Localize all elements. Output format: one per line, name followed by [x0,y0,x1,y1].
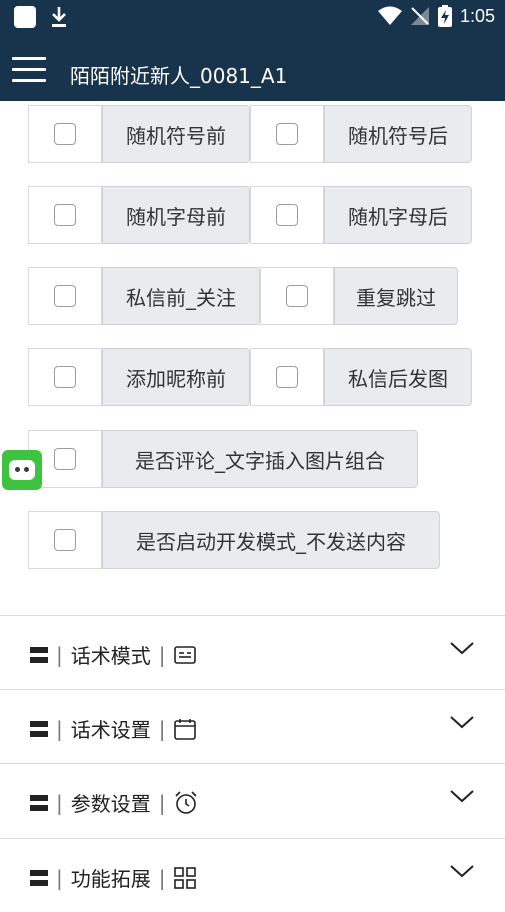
status-bar: 1:05 [0,0,505,34]
checkbox-cell [260,267,334,325]
grid-icon [173,866,196,889]
option-row: 添加昵称前 私信后发图 [28,348,472,406]
app-notification-icon [14,6,36,28]
option-label[interactable]: 是否启动开发模式_不发送内容 [102,511,440,569]
section-parameter-settings[interactable]: | 参数设置 | [0,763,505,837]
collapse-bars-icon [30,869,48,886]
calendar-icon [173,718,196,740]
section-label: 话术模式 [70,644,151,668]
option-label[interactable]: 随机符号前 [102,105,250,163]
random-letter-before-checkbox[interactable] [54,204,76,226]
dev-mode-checkbox[interactable] [54,529,76,551]
checkbox-cell [28,267,102,325]
checkbox-cell [250,348,324,406]
collapse-bars-icon [30,794,48,811]
collapse-bars-icon [30,720,48,737]
page-title: 陌陌附近新人_0081_A1 [70,64,288,88]
section-script-settings[interactable]: | 话术设置 | [0,689,505,763]
random-letter-after-checkbox[interactable] [276,204,298,226]
section-script-mode[interactable]: | 话术模式 | [0,615,505,689]
option-label[interactable]: 随机字母前 [102,186,250,244]
chevron-down-icon[interactable] [449,714,475,730]
checkbox-cell [28,105,102,163]
chevron-down-icon[interactable] [449,788,475,804]
dm-before-follow-checkbox[interactable] [54,285,76,307]
collapse-bars-icon [30,646,48,663]
wifi-icon [377,6,402,25]
download-icon [52,7,66,27]
chevron-down-icon[interactable] [449,640,475,656]
skip-duplicate-checkbox[interactable] [286,285,308,307]
random-symbol-before-checkbox[interactable] [54,123,76,145]
alarm-clock-icon [174,790,197,814]
send-image-after-dm-checkbox[interactable] [276,366,298,388]
no-signal-icon [410,7,429,25]
option-row: 是否启动开发模式_不发送内容 [28,511,440,569]
option-label[interactable]: 随机符号后 [324,105,472,163]
chevron-down-icon[interactable] [449,863,475,879]
clock: 1:05 [459,5,495,26]
menu-button[interactable] [12,57,46,83]
option-row: 随机符号前 随机符号后 [28,105,472,163]
option-label[interactable]: 是否评论_文字插入图片组合 [102,430,418,488]
add-nickname-before-checkbox[interactable] [54,366,76,388]
battery-charging-icon [437,5,452,27]
section-label: 话术设置 [70,718,151,742]
option-row: 是否评论_文字插入图片组合 [28,430,418,488]
checkbox-cell [28,348,102,406]
checkbox-cell [28,186,102,244]
option-label[interactable]: 随机字母后 [324,186,472,244]
app-bar: 陌陌附近新人_0081_A1 [0,34,505,101]
option-label[interactable]: 添加昵称前 [102,348,250,406]
comment-text-image-checkbox[interactable] [54,448,76,470]
checkbox-cell [250,105,324,163]
option-row: 随机字母前 随机字母后 [28,186,472,244]
floating-robot-icon[interactable] [2,450,42,490]
random-symbol-after-checkbox[interactable] [276,123,298,145]
option-label[interactable]: 私信后发图 [324,348,472,406]
section-label: 参数设置 [70,792,151,816]
section-feature-extension[interactable]: | 功能拓展 | [0,838,505,912]
id-card-icon [173,645,196,664]
option-label[interactable]: 重复跳过 [334,267,458,325]
option-row: 私信前_关注 重复跳过 [28,267,458,325]
option-label[interactable]: 私信前_关注 [102,267,260,325]
checkbox-cell [250,186,324,244]
checkbox-cell [28,511,102,569]
section-label: 功能拓展 [70,867,151,891]
